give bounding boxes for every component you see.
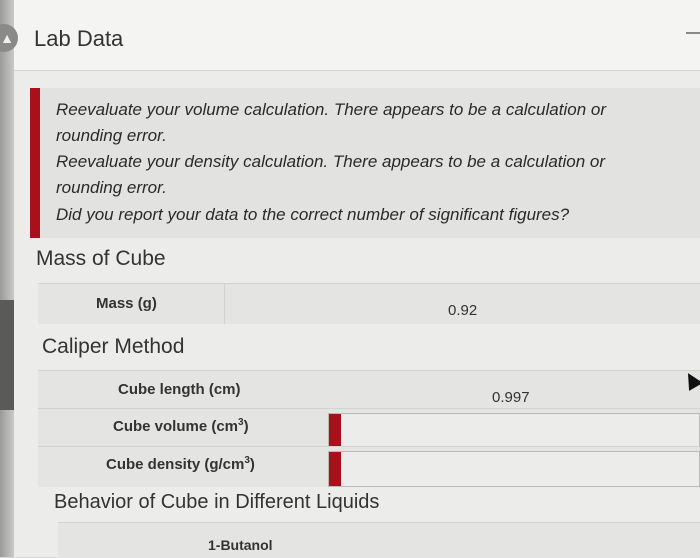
- error-indicator: [329, 414, 341, 448]
- error-indicator: [329, 452, 341, 486]
- length-label: Cube length (cm): [118, 381, 241, 398]
- mass-row: Mass (g) 0.92: [38, 283, 700, 324]
- feedback-accent-bar: [30, 88, 40, 238]
- caliper-section-title: Caliper Method: [42, 335, 185, 358]
- mass-label: Mass (g): [96, 295, 157, 312]
- length-value[interactable]: 0.997: [492, 389, 530, 406]
- volume-input[interactable]: [328, 413, 700, 449]
- length-row: Cube length (cm) 0.997: [38, 370, 700, 409]
- feedback-line: rounding error.: [56, 178, 167, 197]
- feedback-line: Reevaluate your volume calculation. Ther…: [56, 100, 606, 119]
- feedback-line: rounding error.: [56, 126, 167, 145]
- density-label: Cube density (g/cm3): [106, 455, 255, 473]
- lab-data-panel: Lab Data Reevaluate your volume calculat…: [14, 0, 700, 558]
- liquid-label: 1-Butanol: [208, 537, 273, 553]
- density-row: Cube density (g/cm3): [38, 446, 700, 487]
- collapse-icon[interactable]: [686, 32, 700, 34]
- volume-row: Cube volume (cm3): [38, 408, 700, 449]
- volume-label: Cube volume (cm3): [113, 417, 249, 435]
- mass-section-title: Mass of Cube: [36, 247, 166, 270]
- feedback-line: Did you report your data to the correct …: [56, 205, 570, 224]
- liquid-row: 1-Butanol: [58, 522, 700, 558]
- feedback-box: Reevaluate your volume calculation. Ther…: [30, 88, 700, 238]
- density-input[interactable]: [328, 451, 700, 487]
- mass-value[interactable]: 0.92: [448, 302, 477, 319]
- liquids-section-title: Behavior of Cube in Different Liquids: [54, 491, 380, 513]
- panel-header: Lab Data: [14, 0, 700, 71]
- feedback-line: Reevaluate your density calculation. The…: [56, 152, 606, 171]
- cell-divider: [224, 284, 225, 324]
- page-title: Lab Data: [34, 26, 124, 51]
